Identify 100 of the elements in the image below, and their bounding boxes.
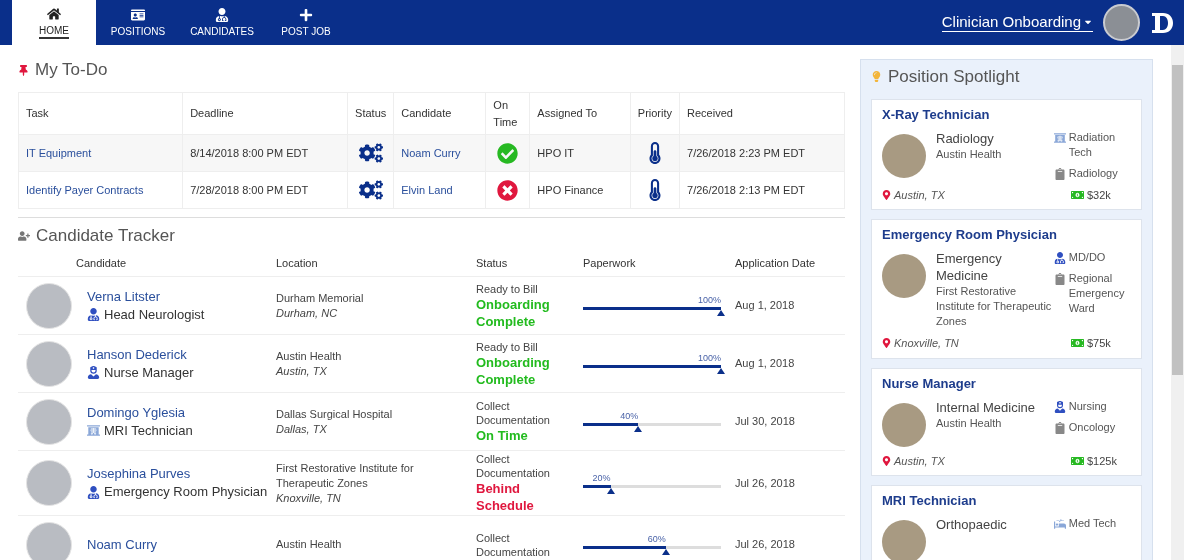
home-icon [47,6,61,21]
candidate-link[interactable]: Domingo Yglesia [87,403,276,422]
specialty-text: Internal Medicine [936,398,1036,416]
candidate-link[interactable]: Noam Curry [401,146,461,159]
nurse-icon [1053,400,1066,413]
city-text: Knoxville, TN [276,490,342,506]
tag-text: Radiology [1068,165,1118,181]
column-header: Candidate [76,256,127,272]
deadline-text: 8/14/2018 8:00 PM EDT [190,146,309,159]
specialty-text: Emergency Medicine [936,250,1003,284]
position-title: Nurse Manager [882,374,977,393]
pin-icon [18,64,29,76]
role-text: MRI Technician [104,421,193,440]
position-card[interactable]: Emergency Room Physician Emergency Medicine First Restorative Institute for Therapeutic Zones MD/DO Regional Emergency Ward Knoxville, TN $75k [871,219,1142,359]
column-header: Application Date [735,256,816,272]
section-title: My To-Do [35,59,108,82]
map-pin-icon [882,189,891,200]
assignee-text: HPO Finance [537,183,604,196]
column-header: Location [276,256,318,272]
tag-text: Regional Emergency Ward [1068,271,1126,316]
specialty-text: Orthopaedic [936,516,1008,533]
role-text: Nurse Manager [104,363,194,382]
progress-label: 100% [697,295,721,305]
column-header: Paperwork [583,256,636,272]
clipboard-icon [1053,273,1066,285]
candidate-avatar [26,521,72,560]
column-header: Status [476,256,508,272]
position-card[interactable]: Nurse Manager Internal Medicine Austin Health Nursing Oncology Austin, TX $125k [871,367,1142,476]
candidate-link[interactable]: Noam Curry [87,535,276,554]
position-card[interactable]: MRI Technician Orthopaedic Med Tech [871,485,1142,560]
recruiter-avatar [882,402,926,447]
task-link[interactable]: IT Equipment [26,146,92,159]
city-text: Dallas, TX [276,421,328,437]
facility-text: Durham Memorial [276,290,365,306]
deadline-text: 7/28/2018 8:00 PM EDT [190,183,309,196]
avatar[interactable] [1103,4,1140,41]
date-text: Aug 1, 2018 [735,298,796,314]
doctor-icon [87,308,100,321]
recruiter-avatar [882,254,926,298]
salary-text: $75k [1087,336,1111,351]
gears-icon [358,178,383,202]
scrollbar[interactable] [1171,45,1184,560]
task-link[interactable]: Identify Payer Contracts [26,183,144,196]
date-text: Aug 1, 2018 [735,356,796,372]
tag-text: Radiation Tech [1068,129,1117,160]
salary-text: $32k [1087,187,1111,203]
cross-icon [497,179,519,201]
check-icon [497,142,519,164]
bed-icon [1053,518,1066,530]
facility-text: Austin Health [276,537,343,552]
tag-text: MD/DO [1068,250,1106,265]
city-text: Knoxville, TN [894,336,959,351]
stage-text: Collect Documentation [476,452,551,480]
stage-text: Collect Documentation [476,399,551,427]
facility-text: Austin Health [936,415,1003,431]
section-title: Candidate Tracker [36,225,175,248]
clipboard-icon [1053,421,1066,434]
assignee-text: HPO IT [537,146,575,159]
recruiter-avatar [882,520,926,560]
progress-label: 60% [647,534,666,544]
clipboard-icon [1053,167,1066,180]
map-pin-icon [882,338,891,349]
candidate-link[interactable]: Josephina Purves [87,465,276,483]
candidate-avatar [26,340,72,387]
nav-tab[interactable]: HOME [12,0,96,45]
tag-text: Nursing [1068,398,1107,414]
money-icon [1071,337,1084,350]
facility-text: Austin Health [276,348,343,364]
candidate-link[interactable]: Elvin Land [401,183,453,196]
money-icon [1071,454,1084,467]
person-icon [215,7,229,22]
salary-text: $125k [1087,453,1117,469]
status-text: Behind Schedule [476,480,535,514]
specialty-text: Radiology [936,129,995,147]
doctor-icon [87,485,100,499]
nav-tab[interactable]: CANDIDATES [180,0,264,45]
progress-label: 20% [592,472,611,483]
gears-icon [358,141,383,165]
nav-tab[interactable]: POSITIONS [96,0,180,45]
nav-tab[interactable]: POST JOB [264,0,348,45]
role-text: Emergency Room Physician [104,483,268,501]
candidate-avatar [26,282,72,329]
role-text: Head Neurologist [104,305,205,324]
facility-text: Austin Health [936,146,1003,162]
candidate-link[interactable]: Verna Litster [87,287,276,306]
date-text: Jul 30, 2018 [735,414,796,430]
stage-text: Ready to Bill [476,281,539,296]
logo-icon [1150,11,1174,34]
nurse-icon [87,366,100,379]
workspace-dropdown[interactable]: Clinician Onboarding [941,13,1093,32]
doctor-icon [1053,252,1066,264]
progress-label: 40% [620,411,639,421]
received-text: 7/26/2018 2:23 PM EDT [687,146,806,159]
candidate-link[interactable]: Hanson Dederick [87,345,276,364]
position-card[interactable]: X-Ray Technician Radiology Austin Health Radiation Tech Radiology Austin, TX $32k [871,98,1142,210]
progress-label: 100% [697,353,721,363]
date-text: Jul 26, 2018 [735,537,796,553]
user-add-icon [18,230,30,242]
facility-text: First Restorative Institute for Therapeutic Zones [936,284,1053,329]
status-text: Onboarding Complete [476,353,551,388]
